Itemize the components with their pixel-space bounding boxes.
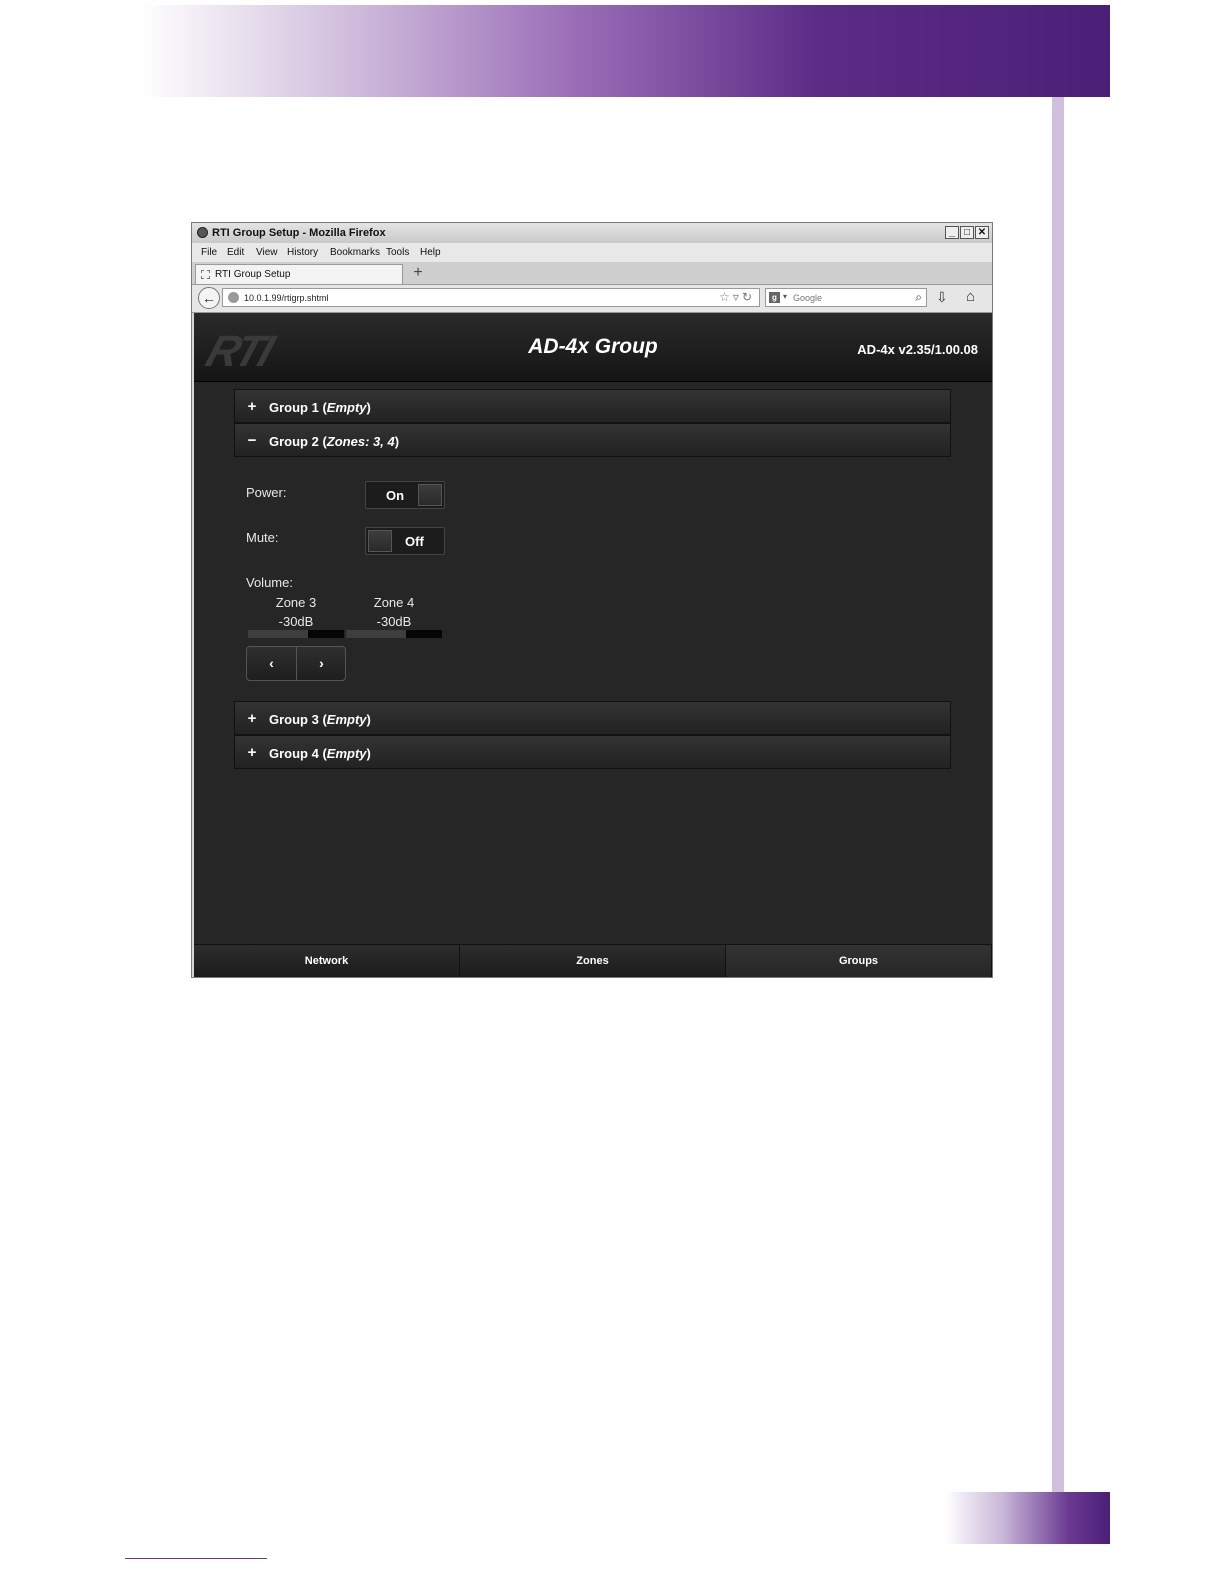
- group-3-label: Group 3 (Empty): [269, 712, 371, 727]
- zone-4-volume: Zone 4 -30dB: [346, 595, 442, 629]
- menu-history[interactable]: History: [287, 247, 318, 258]
- menu-help[interactable]: Help: [420, 247, 441, 258]
- download-icon[interactable]: ⇩: [936, 289, 948, 306]
- zone-4-name: Zone 4: [373, 595, 415, 610]
- search-icon[interactable]: ⌕: [915, 290, 922, 305]
- menu-file[interactable]: File: [201, 247, 217, 258]
- group-detail: Empty: [326, 746, 367, 761]
- power-toggle[interactable]: On: [365, 481, 445, 509]
- footer-nav: Network Zones Groups: [194, 944, 992, 977]
- zone-4-volume-slider[interactable]: [346, 630, 442, 638]
- window-title: RTI Group Setup - Mozilla Firefox: [212, 227, 386, 239]
- volume-remaining: [405, 630, 442, 638]
- close-button[interactable]: ✕: [975, 226, 989, 239]
- group-4-header[interactable]: + Group 4 (Empty): [234, 735, 951, 769]
- volume-fill: [346, 630, 406, 638]
- group-2-panel: Power: On Mute: Off Volume: Zone 3 -30dB…: [234, 458, 951, 698]
- group-3-header[interactable]: + Group 3 (Empty): [234, 701, 951, 735]
- page-icon: [201, 270, 210, 279]
- menu-bar: File Edit View History Bookmarks Tools H…: [192, 243, 992, 262]
- tab-rti-group-setup[interactable]: RTI Group Setup: [195, 264, 403, 284]
- group-detail: Empty: [326, 400, 367, 415]
- menu-bookmarks[interactable]: Bookmarks: [330, 247, 380, 258]
- tab-zones[interactable]: Zones: [460, 945, 726, 977]
- search-engine-caret-icon[interactable]: ▾: [783, 292, 787, 301]
- menu-view[interactable]: View: [256, 247, 278, 258]
- search-bar: g ▾ ⌕: [765, 288, 927, 307]
- url-text: 10.0.1.99/rtigrp.shtml: [244, 293, 329, 303]
- firefox-icon: [197, 227, 208, 238]
- power-label: Power:: [246, 485, 287, 500]
- menu-edit[interactable]: Edit: [227, 247, 244, 258]
- group-name: Group 1: [269, 400, 319, 415]
- group-detail: Empty: [326, 712, 367, 727]
- window-titlebar: RTI Group Setup - Mozilla Firefox _ □ ✕: [192, 223, 992, 243]
- window-controls: _ □ ✕: [945, 226, 989, 239]
- url-bar[interactable]: 10.0.1.99/rtigrp.shtml ☆▿↻: [222, 288, 760, 307]
- menu-tools[interactable]: Tools: [386, 247, 409, 258]
- globe-icon: [228, 292, 239, 303]
- mute-label: Mute:: [246, 530, 279, 545]
- expand-icon: +: [247, 744, 257, 761]
- zone-3-value: -30dB: [278, 614, 314, 629]
- tab-strip: RTI Group Setup +: [192, 262, 992, 285]
- volume-up-button[interactable]: ›: [297, 647, 346, 680]
- tab-network[interactable]: Network: [194, 945, 460, 977]
- navigation-bar: ← 10.0.1.99/rtigrp.shtml ☆▿↻ g ▾ ⌕ ⇩ ⌂: [192, 285, 992, 313]
- volume-stepper: ‹ ›: [246, 646, 346, 681]
- browser-window: RTI Group Setup - Mozilla Firefox _ □ ✕ …: [191, 222, 993, 978]
- group-1-header[interactable]: + Group 1 (Empty): [234, 389, 951, 423]
- volume-fill: [248, 630, 308, 638]
- group-list-bottom: + Group 3 (Empty) + Group 4 (Empty): [234, 701, 951, 769]
- url-bar-icons: ☆▿↻: [719, 290, 755, 304]
- zone-3-name: Zone 3: [275, 595, 317, 610]
- reload-icon[interactable]: ↻: [742, 290, 755, 304]
- page-bottom-banner: [945, 1492, 1110, 1544]
- power-toggle-value: On: [386, 488, 405, 503]
- group-4-label: Group 4 (Empty): [269, 746, 371, 761]
- zone-3-volume: Zone 3 -30dB: [248, 595, 344, 629]
- group-list-top: + Group 1 (Empty) − Group 2 (Zones: 3, 4…: [234, 389, 951, 457]
- volume-remaining: [307, 630, 344, 638]
- page-top-banner: [140, 5, 1110, 97]
- page-bottom-rule: [125, 1558, 267, 1559]
- mute-toggle[interactable]: Off: [365, 527, 445, 555]
- app-page: RTI AD-4x Group AD-4x v2.35/1.00.08 + Gr…: [194, 313, 992, 977]
- tab-groups[interactable]: Groups: [726, 945, 992, 977]
- search-engine-icon[interactable]: g: [769, 292, 780, 303]
- minimize-button[interactable]: _: [945, 226, 959, 239]
- expand-icon: +: [247, 398, 257, 415]
- app-header: RTI AD-4x Group AD-4x v2.35/1.00.08: [194, 313, 992, 382]
- dropdown-arrow-icon[interactable]: ▿: [733, 290, 742, 304]
- back-button[interactable]: ←: [198, 287, 220, 309]
- page-side-bar: [1052, 97, 1064, 1492]
- group-detail: Zones: 3, 4: [326, 434, 395, 449]
- tab-label: RTI Group Setup: [215, 269, 291, 280]
- toggle-knob: [368, 530, 392, 552]
- group-1-label: Group 1 (Empty): [269, 400, 371, 415]
- version-label: AD-4x v2.35/1.00.08: [857, 342, 978, 357]
- volume-down-button[interactable]: ‹: [247, 647, 296, 680]
- group-name: Group 4: [269, 746, 319, 761]
- bookmark-star-icon[interactable]: ☆: [719, 290, 733, 304]
- mute-toggle-value: Off: [405, 534, 424, 549]
- collapse-icon: −: [247, 432, 257, 449]
- zone-4-value: -30dB: [376, 614, 412, 629]
- volume-label: Volume:: [246, 575, 293, 590]
- toggle-knob: [418, 484, 442, 506]
- expand-icon: +: [247, 710, 257, 727]
- zone-3-volume-slider[interactable]: [248, 630, 344, 638]
- home-icon[interactable]: ⌂: [966, 288, 975, 305]
- maximize-button[interactable]: □: [960, 226, 974, 239]
- search-input[interactable]: [793, 291, 905, 304]
- new-tab-button[interactable]: +: [407, 265, 429, 282]
- group-2-header[interactable]: − Group 2 (Zones: 3, 4): [234, 423, 951, 457]
- group-name: Group 3: [269, 712, 319, 727]
- arrow-left-icon: ←: [202, 290, 216, 306]
- group-name: Group 2: [269, 434, 319, 449]
- group-2-label: Group 2 (Zones: 3, 4): [269, 434, 400, 449]
